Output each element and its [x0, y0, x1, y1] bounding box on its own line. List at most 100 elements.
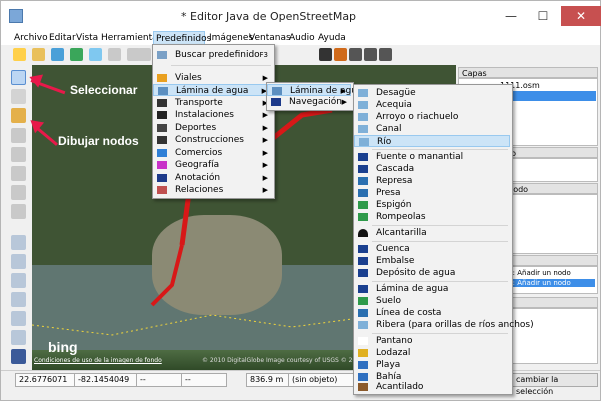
- distance: 836.9 m: [246, 373, 289, 387]
- menu-ventanas[interactable]: Ventanas: [247, 31, 293, 45]
- water-tank-icon: [358, 269, 368, 277]
- save-icon[interactable]: [51, 48, 64, 61]
- undo-icon[interactable]: [108, 48, 121, 61]
- water-presets-menu: Desagüe Acequia Arroyo o riachuelo Canal…: [353, 84, 534, 395]
- barrier-icon[interactable]: [334, 48, 347, 61]
- building-icon[interactable]: [379, 48, 392, 61]
- preset-lamina-de-agua[interactable]: Lámina de agua: [354, 283, 510, 295]
- bay-icon: [358, 373, 368, 381]
- improve-way-icon[interactable]: [11, 166, 26, 181]
- menu-instalaciones[interactable]: Instalaciones ▶: [153, 109, 272, 121]
- imagery-copyright: © 2010 DigitalGlobe Image courtesy of US…: [202, 357, 364, 364]
- draw-annotation: Dibujar nodos: [58, 134, 139, 148]
- menu-vista[interactable]: Vista: [74, 31, 100, 45]
- boat-icon: [271, 98, 281, 106]
- preset-cuenca[interactable]: Cuenca: [354, 243, 510, 255]
- preset-pantano[interactable]: Pantano: [354, 335, 510, 347]
- toggle-tags-icon[interactable]: [11, 254, 26, 269]
- stream-icon: [358, 113, 368, 121]
- menu-separator: [372, 225, 508, 226]
- toggle-relations-icon[interactable]: [11, 292, 26, 307]
- car-icon[interactable]: [319, 48, 332, 61]
- menu-audio[interactable]: Audio: [287, 31, 317, 45]
- reservoir-icon: [358, 257, 368, 265]
- layers-header[interactable]: Capas: [458, 67, 598, 78]
- menu-anotacion[interactable]: Anotación ▶: [153, 172, 272, 184]
- menu-comercios[interactable]: Comercios ▶: [153, 147, 272, 159]
- menu-predefinidos[interactable]: Predefinidos: [153, 31, 211, 45]
- weir-icon: [358, 177, 368, 185]
- minimize-button[interactable]: —: [497, 6, 525, 26]
- close-button[interactable]: ✕: [561, 6, 601, 26]
- submenu-lamina-de-agua[interactable]: Lámina de agua ▶: [267, 84, 362, 96]
- delete-tool-icon[interactable]: [11, 89, 26, 104]
- change-selection-button[interactable]: cambiar la selección: [512, 373, 598, 396]
- preset-acequia[interactable]: Acequia: [354, 99, 510, 111]
- drain-icon: [358, 89, 368, 97]
- crossing-icon[interactable]: [349, 48, 362, 61]
- preset-fuente[interactable]: Fuente o manantial: [354, 151, 510, 163]
- menu-search-preset[interactable]: Buscar predefinido F3: [153, 49, 272, 61]
- parallel-tool-icon[interactable]: [11, 128, 26, 143]
- menu-geografia[interactable]: Geografía ▶: [153, 159, 272, 171]
- menu-lamina-de-agua[interactable]: Lámina de agua ▶: [153, 84, 272, 96]
- new-file-icon[interactable]: [13, 48, 26, 61]
- menu-relaciones[interactable]: Relaciones ▶: [153, 184, 272, 196]
- dam-icon: [358, 189, 368, 197]
- bridge-icon[interactable]: [364, 48, 377, 61]
- preset-suelo[interactable]: Suelo: [354, 295, 510, 307]
- preset-deposito[interactable]: Depósito de agua: [354, 267, 510, 279]
- object-info: (sin objeto): [288, 373, 356, 387]
- preset-cascada[interactable]: Cascada: [354, 163, 510, 175]
- preset-acantilado[interactable]: Acantilado: [354, 381, 510, 393]
- upload-icon[interactable]: [70, 48, 83, 61]
- command-item[interactable]: s: Añadir un nodo: [509, 269, 571, 277]
- menu-separator: [372, 149, 508, 150]
- toggle-history-icon[interactable]: [11, 311, 26, 326]
- road-icon: [157, 74, 167, 82]
- extrude-icon[interactable]: [11, 185, 26, 200]
- preset-espigon[interactable]: Espigón: [354, 199, 510, 211]
- toggle-selection-icon[interactable]: [11, 273, 26, 288]
- riverbank-icon: [358, 321, 368, 329]
- menu-transporte[interactable]: Transporte▶: [153, 97, 272, 109]
- download-icon[interactable]: [89, 48, 102, 61]
- river-icon: [359, 138, 369, 146]
- toggle-layers-icon[interactable]: [11, 235, 26, 250]
- preset-arroyo[interactable]: Arroyo o riachuelo: [354, 111, 510, 123]
- preset-linea-de-costa[interactable]: Línea de costa: [354, 307, 510, 319]
- preset-rio[interactable]: Río: [354, 135, 510, 147]
- zoom-tool-icon[interactable]: [11, 147, 26, 162]
- menu-viales[interactable]: Viales ▶: [153, 72, 272, 84]
- preferences-icon[interactable]: [138, 48, 151, 61]
- preset-ribera[interactable]: Ribera (para orillas de ríos anchos): [354, 319, 534, 331]
- menu-archivo[interactable]: Archivo: [12, 31, 50, 45]
- preset-playa[interactable]: Playa: [354, 359, 510, 371]
- land-icon: [358, 297, 368, 305]
- menu-deportes[interactable]: Deportes ▶: [153, 122, 272, 134]
- preset-represa[interactable]: Represa: [354, 175, 510, 187]
- preset-canal[interactable]: Canal: [354, 123, 510, 135]
- toggle-validator-icon[interactable]: [11, 330, 26, 345]
- menu-ayuda[interactable]: Ayuda: [316, 31, 348, 45]
- command-item-selected[interactable]: s: Añadir un nodo: [509, 279, 595, 287]
- maximize-button[interactable]: ☐: [529, 6, 557, 26]
- select-tool-icon[interactable]: [11, 70, 26, 85]
- draw-nodes-icon[interactable]: [11, 108, 26, 123]
- preset-rompeolas[interactable]: Rompeolas: [354, 211, 510, 223]
- mode-toolbar: [1, 65, 33, 370]
- preset-desague[interactable]: Desagüe: [354, 87, 510, 99]
- shop-icon: [157, 149, 167, 157]
- menu-construcciones[interactable]: Construcciones ▶: [153, 134, 272, 146]
- open-file-icon[interactable]: [32, 48, 45, 61]
- toggle-commands-icon[interactable]: [11, 349, 26, 364]
- preset-lodazal[interactable]: Lodazal: [354, 347, 510, 359]
- submenu-navegacion[interactable]: Navegación ▶: [267, 96, 351, 108]
- preset-presa[interactable]: Presa: [354, 187, 510, 199]
- preset-embalse[interactable]: Embalse: [354, 255, 510, 267]
- split-icon[interactable]: [11, 204, 26, 219]
- preset-alcantarilla[interactable]: Alcantarilla: [354, 227, 510, 239]
- canal-icon: [358, 125, 368, 133]
- latitude: 22.6776071: [15, 373, 75, 387]
- imagery-terms-link[interactable]: Condiciones de uso de la imagen de fondo: [34, 357, 162, 364]
